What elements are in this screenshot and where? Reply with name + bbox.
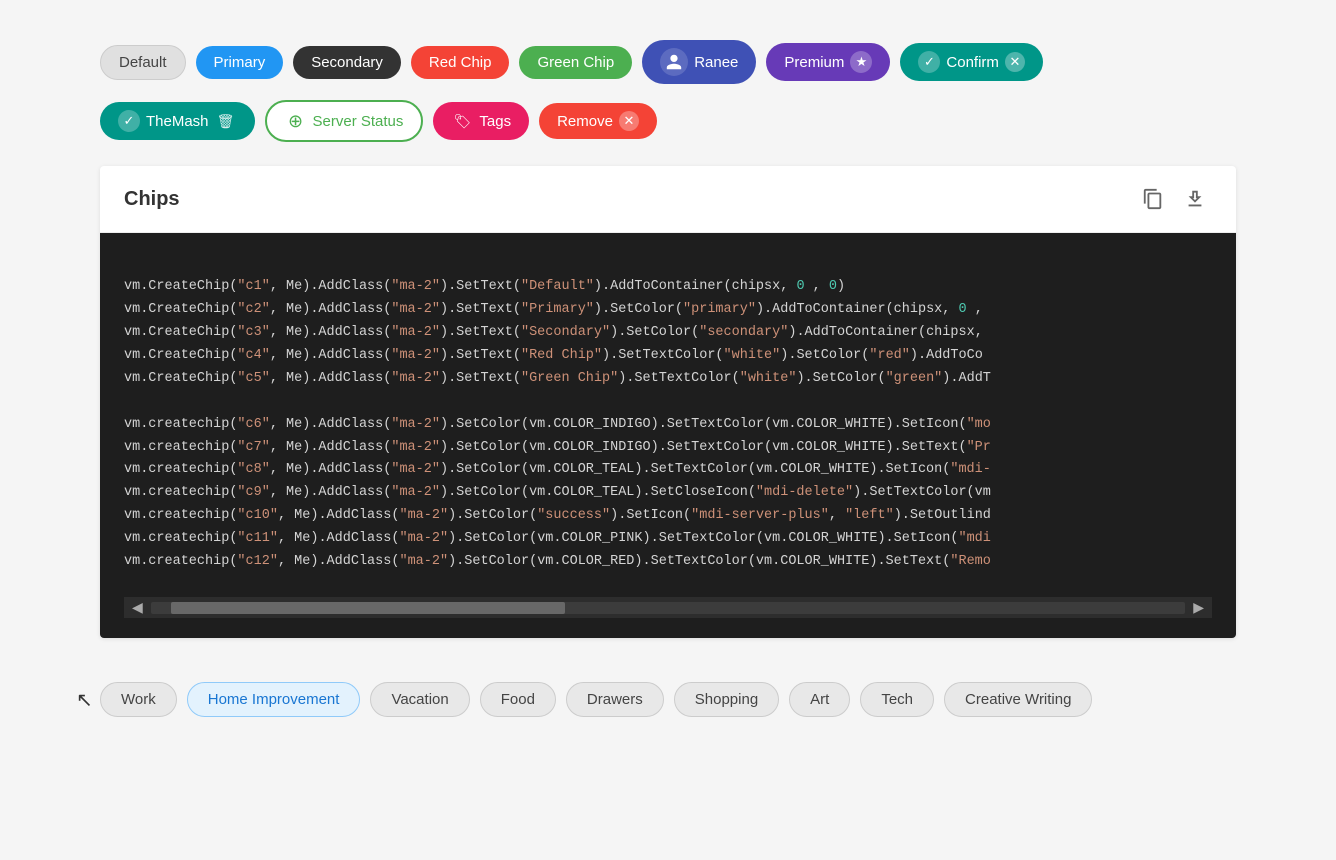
chip-green-label: Green Chip xyxy=(537,54,614,71)
code-card: Chips vm.CreateChip("c1", Me).AddClass("… xyxy=(100,166,1236,638)
chip-confirm[interactable]: ✓ Confirm ✕ xyxy=(900,43,1043,81)
check-icon: ✓ xyxy=(918,51,940,73)
bottom-tags-row: ↖ Work Home Improvement Vacation Food Dr… xyxy=(100,662,1236,727)
close-icon-remove[interactable]: ✕ xyxy=(619,111,639,131)
code-block[interactable]: vm.CreateChip("c1", Me).AddClass("ma-2")… xyxy=(124,253,1212,597)
chip-default-label: Default xyxy=(119,54,167,71)
chip-remove-label: Remove xyxy=(557,113,613,130)
tag-vacation-label: Vacation xyxy=(391,691,448,708)
person-icon xyxy=(660,48,688,76)
star-icon: ★ xyxy=(850,51,872,73)
tag-work-label: Work xyxy=(121,691,156,708)
chip-server-label: Server Status xyxy=(313,113,404,130)
tag-drawers[interactable]: Drawers xyxy=(566,682,664,717)
chip-default[interactable]: Default xyxy=(100,45,186,80)
chip-red-label: Red Chip xyxy=(429,54,492,71)
scrollbar-track[interactable] xyxy=(151,602,1185,614)
tag-tech-label: Tech xyxy=(881,691,913,708)
chip-server-status[interactable]: ⊕ Server Status xyxy=(265,100,424,142)
chip-remove[interactable]: Remove ✕ xyxy=(539,103,657,139)
code-block-wrapper: vm.CreateChip("c1", Me).AddClass("ma-2")… xyxy=(100,233,1236,638)
chip-premium[interactable]: Premium ★ xyxy=(766,43,890,81)
chip-row-2: ✓ TheMash 🗑 ⊕ Server Status 🏷 Tags Remov… xyxy=(100,100,1236,142)
tag-work[interactable]: Work xyxy=(100,682,177,717)
tag-art[interactable]: Art xyxy=(789,682,850,717)
chip-secondary[interactable]: Secondary xyxy=(293,46,401,79)
scroll-left-arrow[interactable]: ◀ xyxy=(124,599,151,616)
close-icon[interactable]: ✕ xyxy=(1005,52,1025,72)
tag-vacation[interactable]: Vacation xyxy=(370,682,469,717)
code-card-title: Chips xyxy=(124,188,180,211)
chip-themash[interactable]: ✓ TheMash 🗑 xyxy=(100,102,255,140)
tag-home-improvement[interactable]: Home Improvement xyxy=(187,682,361,717)
chip-red[interactable]: Red Chip xyxy=(411,46,510,79)
bookmark-icon: 🏷 xyxy=(451,110,473,132)
download-button[interactable] xyxy=(1178,182,1212,216)
tag-creative-writing-label: Creative Writing xyxy=(965,691,1071,708)
scrollbar-thumb[interactable] xyxy=(171,602,564,614)
chip-ranee[interactable]: Ranee xyxy=(642,40,756,84)
code-scrollbar[interactable]: ◀ ▶ xyxy=(124,597,1212,618)
check-icon-2: ✓ xyxy=(118,110,140,132)
tag-home-label: Home Improvement xyxy=(208,691,340,708)
chip-ranee-label: Ranee xyxy=(694,54,738,71)
tag-creative-writing[interactable]: Creative Writing xyxy=(944,682,1092,717)
server-plus-icon: ⊕ xyxy=(285,110,307,132)
chip-premium-label: Premium xyxy=(784,54,844,71)
copy-button[interactable] xyxy=(1136,182,1170,216)
main-content: Default Primary Secondary Red Chip Green… xyxy=(0,0,1336,767)
code-card-header: Chips xyxy=(100,166,1236,233)
code-card-actions xyxy=(1136,182,1212,216)
trash-icon[interactable]: 🗑 xyxy=(215,110,237,132)
tag-food[interactable]: Food xyxy=(480,682,556,717)
tag-shopping-label: Shopping xyxy=(695,691,758,708)
tag-tech[interactable]: Tech xyxy=(860,682,934,717)
chip-tags[interactable]: 🏷 Tags xyxy=(433,102,529,140)
chip-green[interactable]: Green Chip xyxy=(519,46,632,79)
chip-secondary-label: Secondary xyxy=(311,54,383,71)
tag-drawers-label: Drawers xyxy=(587,691,643,708)
chip-tags-label: Tags xyxy=(479,113,511,130)
chip-primary[interactable]: Primary xyxy=(196,46,284,79)
chip-primary-label: Primary xyxy=(214,54,266,71)
tag-food-label: Food xyxy=(501,691,535,708)
chip-row-1: Default Primary Secondary Red Chip Green… xyxy=(100,40,1236,84)
chip-themash-label: TheMash xyxy=(146,113,209,130)
tag-art-label: Art xyxy=(810,691,829,708)
chip-confirm-label: Confirm xyxy=(946,54,999,71)
tag-shopping[interactable]: Shopping xyxy=(674,682,779,717)
scroll-right-arrow[interactable]: ▶ xyxy=(1185,599,1212,616)
cursor-icon: ↖ xyxy=(76,687,93,712)
